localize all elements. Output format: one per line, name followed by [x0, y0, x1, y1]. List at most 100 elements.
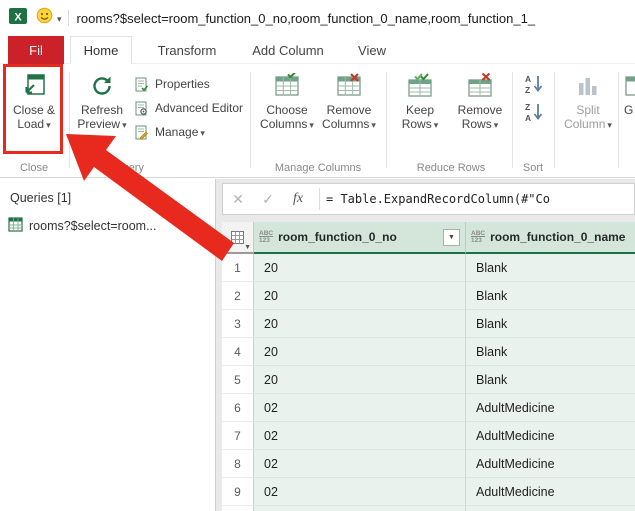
table-row: 1 20 Blank — [222, 254, 635, 282]
commit-formula-icon[interactable]: ✓ — [253, 191, 283, 208]
table-row: 9 02 AdultMedicine — [222, 478, 635, 506]
column-header-room-function-no[interactable]: ABC123 room_function_0_no ▼ — [254, 222, 466, 254]
cell-room-function-name[interactable]: Blank — [466, 254, 635, 282]
manage-icon — [134, 125, 149, 140]
cell-room-function-name[interactable]: Blank — [466, 282, 635, 310]
choose-columns-button[interactable]: Choose Columns — [258, 70, 316, 156]
ribbon-tab-strip: Fil Home Transform Add Column View — [0, 36, 635, 64]
row-number[interactable]: 5 — [222, 366, 254, 394]
cell-room-function-no[interactable]: 20 — [254, 338, 466, 366]
column-filter-button[interactable]: ▼ — [443, 229, 460, 246]
tab-add-column[interactable]: Add Column — [244, 36, 332, 64]
row-number[interactable]: 4 — [222, 338, 254, 366]
grid-header-row: ▼ ABC123 room_function_0_no ▼ ABC123 roo… — [222, 222, 635, 254]
formula-bar-divider — [319, 188, 320, 210]
row-number[interactable]: 8 — [222, 450, 254, 478]
ribbon-group-manage-columns: Manage Columns — [258, 162, 378, 174]
svg-text:A: A — [525, 113, 531, 123]
row-number[interactable]: 7 — [222, 422, 254, 450]
choose-columns-icon — [274, 73, 300, 99]
queries-panel-header[interactable]: Queries [1] — [0, 179, 215, 213]
table-row: 10 02 AdultMedicine — [222, 506, 635, 511]
column-header-room-function-name[interactable]: ABC123 room_function_0_name ▼ — [466, 222, 635, 254]
select-all-corner-button[interactable]: ▼ — [222, 222, 254, 254]
cell-room-function-name[interactable]: AdultMedicine — [466, 422, 635, 450]
ribbon-group-reduce-rows: Reduce Rows — [394, 162, 508, 174]
cell-room-function-no[interactable]: 20 — [254, 366, 466, 394]
cell-room-function-no[interactable]: 02 — [254, 450, 466, 478]
tab-transform[interactable]: Transform — [148, 36, 226, 64]
properties-button[interactable]: Properties — [134, 74, 210, 94]
remove-columns-button[interactable]: Remove Columns — [320, 70, 378, 156]
smiley-feedback-icon[interactable] — [36, 7, 53, 29]
tab-home[interactable]: Home — [70, 36, 132, 64]
row-number[interactable]: 9 — [222, 478, 254, 506]
table-row: 5 20 Blank — [222, 366, 635, 394]
column-name: room_function_0_name — [490, 230, 635, 244]
manage-button[interactable]: Manage — [134, 122, 205, 142]
row-number[interactable]: 1 — [222, 254, 254, 282]
formula-input[interactable]: = Table.ExpandRecordColumn(#"Co — [326, 192, 550, 206]
datatype-any-icon[interactable]: ABC123 — [259, 230, 273, 244]
cell-room-function-no[interactable]: 02 — [254, 506, 466, 511]
cancel-formula-icon[interactable]: ✕ — [223, 191, 253, 208]
ribbon-separator — [250, 72, 251, 168]
keep-rows-button[interactable]: Keep Rows — [394, 70, 446, 156]
cell-room-function-no[interactable]: 20 — [254, 282, 466, 310]
advanced-editor-button[interactable]: Advanced Editor — [134, 98, 243, 118]
power-query-editor-window: X rooms?$select=room_function_0_no,room_… — [0, 0, 635, 511]
split-column-icon — [575, 73, 601, 99]
split-column-label-1: Split — [576, 103, 599, 117]
cell-room-function-no[interactable]: 02 — [254, 422, 466, 450]
datatype-any-icon[interactable]: ABC123 — [471, 230, 485, 244]
sort-az-icon: AZ — [522, 73, 546, 95]
refresh-label-1: Refresh — [81, 103, 123, 117]
advanced-editor-icon — [134, 101, 149, 116]
svg-text:Z: Z — [525, 85, 530, 95]
annotation-highlight-rectangle — [3, 64, 63, 154]
cell-room-function-name[interactable]: AdultMedicine — [466, 478, 635, 506]
dropdown-caret-icon — [369, 117, 376, 131]
tab-view[interactable]: View — [348, 36, 396, 64]
cell-room-function-name[interactable]: AdultMedicine — [466, 450, 635, 478]
table-row: 2 20 Blank — [222, 282, 635, 310]
cell-room-function-no[interactable]: 02 — [254, 478, 466, 506]
cell-room-function-name[interactable]: Blank — [466, 310, 635, 338]
corner-dropdown-caret-icon: ▼ — [244, 244, 251, 251]
column-name: room_function_0_no — [278, 230, 438, 244]
tab-file[interactable]: Fil — [8, 36, 64, 64]
ribbon-separator — [554, 72, 555, 168]
table-corner-icon — [231, 231, 244, 244]
row-number[interactable]: 10 — [222, 506, 254, 511]
fx-icon[interactable]: fx — [283, 191, 313, 207]
sort-ascending-button[interactable]: AZ — [520, 72, 548, 96]
query-list-item[interactable]: rooms?$select=room... — [0, 213, 215, 239]
formula-bar: ✕ ✓ fx = Table.ExpandRecordColumn(#"Co — [222, 183, 635, 215]
split-column-button[interactable]: Split Column — [560, 70, 616, 156]
row-number[interactable]: 6 — [222, 394, 254, 422]
cell-room-function-name[interactable]: AdultMedicine — [466, 506, 635, 511]
ribbon-separator — [512, 72, 513, 168]
cell-room-function-no[interactable]: 02 — [254, 394, 466, 422]
remove-rows-button[interactable]: Remove Rows — [452, 70, 508, 156]
keep-rows-label-1: Keep — [406, 103, 434, 117]
cell-room-function-no[interactable]: 20 — [254, 310, 466, 338]
row-number[interactable]: 3 — [222, 310, 254, 338]
sort-descending-button[interactable]: ZA — [520, 100, 548, 124]
keep-rows-icon — [407, 73, 433, 99]
cell-room-function-no[interactable]: 20 — [254, 254, 466, 282]
group-by-icon — [624, 73, 635, 99]
keep-rows-label-2: Rows — [402, 117, 439, 132]
quick-access-dropdown-icon[interactable] — [55, 9, 62, 27]
ribbon-home: Close & Load Refresh Preview Properties … — [0, 64, 635, 178]
cell-room-function-name[interactable]: Blank — [466, 338, 635, 366]
cell-room-function-name[interactable]: Blank — [466, 366, 635, 394]
window-title: rooms?$select=room_function_0_no,room_fu… — [77, 11, 536, 26]
refresh-preview-button[interactable]: Refresh Preview — [74, 70, 130, 156]
group-by-button[interactable]: G — [624, 70, 635, 156]
table-row: 6 02 AdultMedicine — [222, 394, 635, 422]
cell-room-function-name[interactable]: AdultMedicine — [466, 394, 635, 422]
ribbon-separator — [618, 72, 619, 168]
table-row: 4 20 Blank — [222, 338, 635, 366]
row-number[interactable]: 2 — [222, 282, 254, 310]
